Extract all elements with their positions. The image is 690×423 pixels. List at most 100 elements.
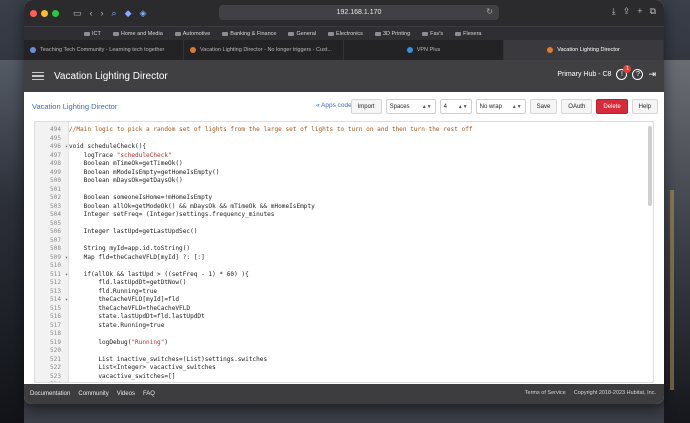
code-line[interactable]: 509 ▾ Map fld=theCacheVFLD[myId] ?: [:] [35, 254, 647, 263]
browser-tab-active[interactable]: Vacation Lighting Director [504, 40, 664, 60]
wrap-select[interactable]: No wrap ▲▼ [475, 99, 526, 114]
line-number: 517 [49, 321, 61, 329]
bookmark-folder[interactable]: Flexera [455, 31, 481, 37]
code-line[interactable]: 496 ▾void scheduleCheck(){ [35, 143, 647, 152]
bookmark-folder[interactable]: Home and Media [112, 31, 163, 37]
code-line[interactable]: 507 [35, 237, 647, 246]
line-number: 518 [49, 330, 61, 337]
code-line[interactable]: 522 List<Integer> vacactive_switches [35, 364, 647, 373]
delete-button[interactable]: Delete [596, 99, 628, 114]
line-number: 499 [49, 168, 61, 176]
line-number: 507 [49, 236, 61, 244]
footer-link-documentation[interactable]: Documentation [30, 391, 70, 397]
zoom-window-button[interactable] [52, 9, 59, 17]
new-tab-icon[interactable]: + [637, 6, 642, 17]
indent-type-select[interactable]: Spaces ▲▼ [385, 99, 436, 114]
terms-of-service-link[interactable]: Terms of Service [525, 390, 566, 396]
line-number: 504 [49, 211, 61, 218]
code-line[interactable]: 515 theCacheVFLD=theCacheVFLD [35, 305, 647, 314]
code-line[interactable]: 513 fld.Running=true [35, 288, 647, 297]
code-line[interactable]: 499 Boolean mModeIsEmpty=getHomeIsEmpty(… [35, 169, 647, 178]
code-line[interactable]: 518 [35, 330, 647, 339]
download-icon[interactable]: ⤓ [612, 6, 616, 17]
sidebar-icon[interactable]: ▭ [73, 8, 82, 19]
extension-icon[interactable]: ◆ [125, 8, 132, 19]
reload-icon[interactable]: ↻ [486, 7, 493, 16]
notifications-icon[interactable]: ! 1 [616, 65, 632, 80]
code-line[interactable]: 503 Boolean allOk=getModeOk() && mDaysOk… [35, 203, 647, 212]
code-line[interactable]: 497 logTrace "scheduleCheck" [35, 152, 647, 161]
bookmark-folder[interactable]: ICT [84, 31, 101, 37]
vertical-scrollbar[interactable] [648, 126, 652, 206]
shield-icon[interactable]: ◈ [139, 8, 146, 19]
bookmark-folder[interactable]: 3D Printing [374, 31, 410, 37]
line-number: 509 [49, 253, 61, 261]
tab-bar: Teaching Tech Community - Learning tech … [24, 40, 664, 60]
footer-link-faq[interactable]: FAQ [143, 391, 155, 397]
bookmark-folder[interactable]: Banking & Finance [222, 31, 276, 37]
code-line[interactable]: 508 String myId=app.id.toString() [35, 245, 647, 254]
code-line[interactable]: 502 Boolean someoneIsHome=!mHomeIsEmpty [35, 194, 647, 203]
bookmark-folder[interactable]: Automotive [174, 31, 210, 37]
share-icon[interactable]: ⇪ [623, 6, 631, 17]
browser-toolbar: ▭ ‹ › ⌕ ◆ ◈ 192.168.1.170 ↻ ⤓ ⇪ + ⧉ [24, 0, 664, 26]
search-icon[interactable]: ⌕ [112, 8, 117, 19]
line-number: 500 [49, 177, 61, 184]
code-text: vacactive_switches=[] [69, 372, 176, 380]
code-line[interactable]: 523 vacactive_switches=[] [35, 373, 647, 382]
address-bar[interactable]: 192.168.1.170 ↻ [219, 5, 499, 20]
back-icon[interactable]: ‹ [90, 8, 93, 18]
forward-icon[interactable]: › [101, 8, 104, 18]
code-editor[interactable]: 494 //Main logic to pick a random set of … [34, 121, 654, 383]
code-line[interactable]: 494 //Main logic to pick a random set of … [35, 126, 647, 135]
code-line[interactable]: 514 ▾ theCacheVFLD[myId]=fld [35, 296, 647, 305]
code-line[interactable]: 519 logDebug("Running") [35, 339, 647, 348]
copyright-text: Copyright 2018-2023 Hubitat, Inc. [573, 390, 656, 396]
code-text: Boolean someoneIsHome=!mHomeIsEmpty [69, 194, 213, 201]
code-line[interactable]: 520 [35, 347, 647, 356]
line-number: 523 [49, 372, 61, 380]
code-line[interactable]: 500 Boolean mDaysOk=getDaysOk() [35, 177, 647, 186]
hub-name[interactable]: Primary Hub - C8 [557, 71, 611, 78]
code-line[interactable]: 504 Integer setFreq= (Integer)settings.f… [35, 211, 647, 220]
folder-icon [288, 31, 295, 36]
code-line[interactable]: 516 state.lastUpdDt=fld.lastUpdDt [35, 313, 647, 322]
save-button[interactable]: Save [529, 99, 558, 114]
code-line[interactable]: 521 List inactive_switches=(List)setting… [35, 356, 647, 365]
apps-code-link[interactable]: « Apps code [316, 102, 352, 109]
help-button[interactable]: Help [631, 99, 658, 114]
browser-tab[interactable]: Teaching Tech Community - Learning tech … [24, 40, 184, 60]
oauth-button[interactable]: OAuth [561, 99, 593, 114]
window-controls [30, 9, 59, 17]
footer-link-community[interactable]: Community [78, 391, 108, 397]
help-icon[interactable]: ? [632, 69, 644, 80]
line-number: 505 [49, 219, 61, 227]
hamburger-menu-icon[interactable] [32, 71, 44, 81]
app-name-link[interactable]: Vacation Lighting Director [32, 102, 117, 111]
bookmark-folder[interactable]: Electronics [328, 31, 363, 37]
code-line[interactable]: 510 [35, 262, 647, 271]
line-number: 495 [49, 134, 61, 142]
logout-icon[interactable]: ⇥ [648, 69, 656, 80]
indent-size-select[interactable]: 4 ▲▼ [439, 99, 472, 114]
close-window-button[interactable] [30, 9, 37, 17]
browser-tab[interactable]: Vacation Lighting Director - No longer t… [184, 40, 344, 60]
bookmark-folder[interactable]: General [288, 31, 316, 37]
footer-link-videos[interactable]: Videos [117, 391, 135, 397]
code-line[interactable]: 498 Boolean mTimeOk=getTimeOk() [35, 160, 647, 169]
browser-tab[interactable]: VPN Plus [344, 40, 504, 60]
tab-overview-icon[interactable]: ⧉ [650, 6, 656, 17]
code-line[interactable]: 512 fld.lastUpdDt=getDtNow() [35, 279, 647, 288]
code-line[interactable]: 506 Integer lastUpd=getLastUpdSec() [35, 228, 647, 237]
minimize-window-button[interactable] [41, 9, 48, 17]
line-number: 520 [49, 347, 61, 354]
import-button[interactable]: Import [350, 99, 382, 114]
code-line[interactable]: 505 [35, 220, 647, 229]
code-text: //Main logic to pick a random set of lig… [69, 126, 473, 133]
bookmark-folder[interactable]: Fav's [422, 31, 443, 37]
code-line[interactable]: 495 [35, 135, 647, 144]
code-line[interactable]: 511 ▾ if(allOk && lastUpd > ((setFreq - 1… [35, 271, 647, 280]
code-line[interactable]: 501 [35, 186, 647, 195]
code-line[interactable]: 524 [35, 381, 647, 382]
code-line[interactable]: 517 state.Running=true [35, 322, 647, 331]
